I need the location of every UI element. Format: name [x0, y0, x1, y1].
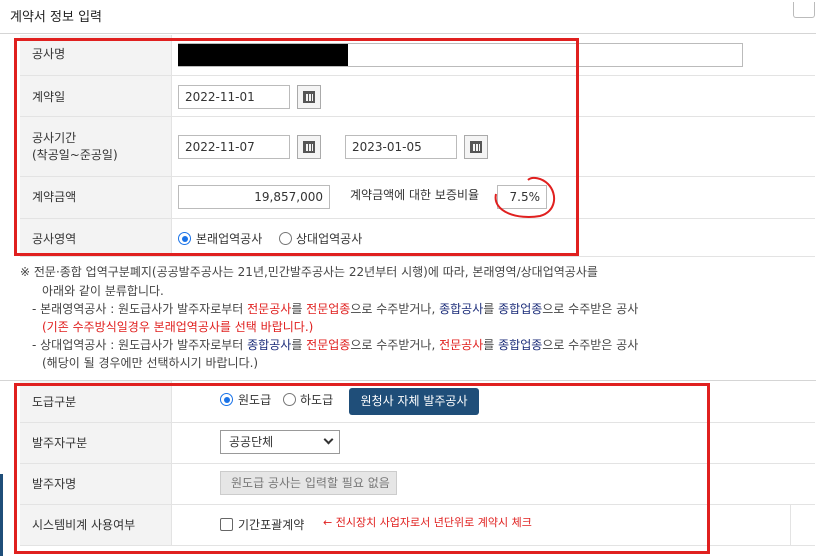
- contract-type-radio-sub[interactable]: [283, 393, 296, 406]
- contract-type-label: 도급구분: [32, 395, 77, 409]
- period-start-input[interactable]: 2022-11-07: [178, 135, 290, 159]
- label-cell: 계약금액: [20, 177, 172, 218]
- note-bullet-other: - 상대업역공사 : 원도급사가 발주자로부터 종합공사를 전문업종으로 수주받…: [32, 337, 638, 353]
- label-cell: 시스템비계 사용여부: [20, 505, 172, 545]
- amount-input[interactable]: 19,857,000: [178, 185, 330, 209]
- period-sublabel: (착공일~준공일): [32, 148, 118, 162]
- label-cell: 발주자구분: [20, 423, 172, 463]
- row-client-type: 발주자구분: [20, 423, 815, 464]
- note-text: 으로 수주받은 공사: [542, 338, 639, 352]
- contract-type-option-prime: 원도급: [238, 393, 272, 407]
- area-option-own: 본래업역공사: [196, 232, 263, 246]
- contract-date-input[interactable]: 2022-11-01: [178, 85, 290, 109]
- row-client-name: 발주자명: [20, 464, 815, 505]
- label-cell: 공사명: [20, 35, 172, 75]
- note-keyword: 종합공사: [247, 338, 292, 352]
- system-hint: ← 전시장치 사업자로서 년단위로 계약시 체크: [323, 516, 532, 529]
- label-cell: 발주자명: [20, 464, 172, 504]
- note-text: - 상대업역공사 : 원도급사가 발주자로부터: [32, 338, 248, 352]
- note-keyword: 종합업종: [498, 302, 543, 316]
- label-cell: 계약일: [20, 76, 172, 116]
- redacted-project-name: [178, 44, 348, 66]
- note-text: 으로 수주받거나,: [350, 338, 440, 352]
- project-name-label: 공사명: [32, 47, 66, 61]
- note-keyword: 종합공사: [439, 302, 484, 316]
- client-type-select[interactable]: 공공단체: [220, 430, 340, 454]
- scroll-edge-indicator: [0, 474, 3, 556]
- area-option-other: 상대업역공사: [296, 232, 363, 246]
- area-radio-own[interactable]: [178, 232, 191, 245]
- label-cell: 공사영역: [20, 219, 172, 256]
- row-contract-date: 계약일: [20, 76, 815, 117]
- note-text: 를: [483, 338, 499, 352]
- collapse-toggle[interactable]: [793, 2, 815, 18]
- contract-type-option-sub: 하도급: [300, 393, 334, 407]
- note-other-sub: (해당이 될 경우에만 선택하시기 바랍니다.): [42, 356, 259, 370]
- period-contract-label: 기간포괄계약: [238, 518, 305, 532]
- note-keyword: 전문공사: [247, 302, 292, 316]
- self-order-button[interactable]: 원청사 자체 발주공사: [349, 388, 479, 415]
- note-keyword: 종합업종: [498, 338, 543, 352]
- period-contract-checkbox[interactable]: [220, 518, 233, 531]
- calendar-icon[interactable]: [297, 135, 321, 159]
- note-line2: 아래와 같이 분류합니다.: [42, 284, 164, 298]
- handwritten-circle-annotation: [494, 176, 556, 218]
- contract-date-label: 계약일: [32, 90, 66, 104]
- note-bullet-own: - 본래영역공사 : 원도급사가 발주자로부터 전문공사를 전문업종으로 수주받…: [32, 301, 638, 317]
- note-text: 를: [483, 302, 499, 316]
- amount-label: 계약금액: [32, 190, 77, 204]
- contract-type-radio-prime[interactable]: [220, 393, 233, 406]
- note-text: 를: [291, 338, 307, 352]
- note-own-sub: (기존 수주방식일경우 본래업역공사를 선택 바랍니다.): [42, 320, 314, 334]
- row-area: 공사영역: [20, 219, 815, 257]
- period-label: 공사기간: [32, 131, 77, 145]
- period-end-input[interactable]: 2023-01-05: [345, 135, 457, 159]
- note-text: 으로 수주받거나,: [350, 302, 440, 316]
- area-label: 공사영역: [32, 232, 77, 246]
- title-divider: [0, 33, 816, 34]
- client-type-label: 발주자구분: [32, 436, 88, 450]
- system-label: 시스템비계 사용여부: [32, 518, 136, 532]
- client-type-selected: 공공단체: [229, 435, 274, 449]
- client-name-label: 발주자명: [32, 477, 77, 491]
- note-text: 으로 수주받은 공사: [542, 302, 639, 316]
- calendar-icon[interactable]: [297, 85, 321, 109]
- note-keyword: 전문공사: [439, 338, 484, 352]
- label-cell: 공사기간 (착공일~준공일): [20, 117, 172, 176]
- note-keyword: 전문업종: [306, 302, 351, 316]
- note-text: 를: [291, 302, 307, 316]
- guarantee-label: 계약금액에 대한 보증비율: [350, 188, 480, 202]
- label-cell: 도급구분: [20, 381, 172, 422]
- note-keyword: 전문업종: [306, 338, 351, 352]
- note-line1: ※ 전문·종합 업역구분폐지(공공발주공사는 21년,민간발주공사는 22년부터…: [20, 265, 598, 279]
- area-radio-other[interactable]: [279, 232, 292, 245]
- column-divider: [790, 505, 791, 546]
- client-name-input: 원도급 공사는 입력할 필요 없음: [220, 471, 397, 495]
- calendar-icon[interactable]: [464, 135, 488, 159]
- note-text: - 본래영역공사 : 원도급사가 발주자로부터: [32, 302, 248, 316]
- chevron-down-icon: [323, 434, 334, 445]
- page-title: 계약서 정보 입력: [10, 10, 102, 25]
